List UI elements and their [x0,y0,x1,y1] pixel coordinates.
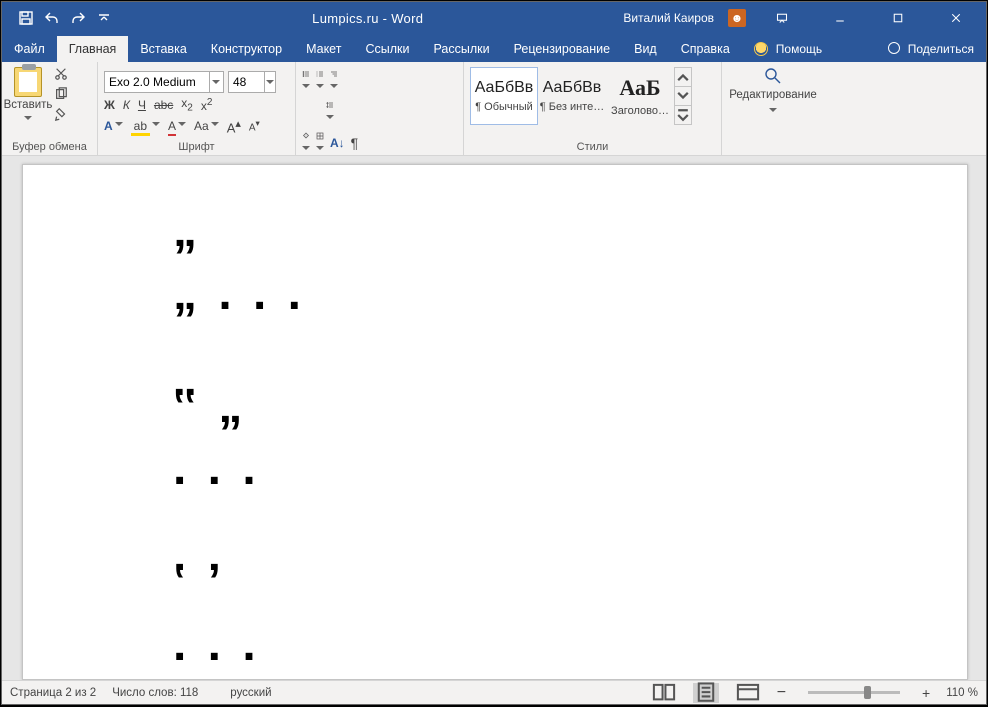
styles-scroll-up-icon[interactable] [675,68,691,87]
print-layout-icon[interactable] [693,683,719,703]
paste-button[interactable]: Вставить [8,67,48,124]
text-effects-button[interactable]: A [104,119,123,133]
doc-line[interactable]: . . . [173,443,927,496]
doc-line[interactable]: „ [173,205,927,258]
style-sample: АаБбВв [475,79,534,97]
tab-home[interactable]: Главная [57,36,129,62]
italic-button[interactable]: К [123,98,130,112]
editing-group-label [728,139,818,153]
ribbon-tabs: Файл Главная Вставка Конструктор Макет С… [2,34,986,62]
numbering-button[interactable] [316,67,324,95]
bullets-button[interactable] [302,67,310,95]
ribbon: Вставить Буфер обмена [2,62,986,156]
font-group-label: Шрифт [104,139,289,153]
status-bar: Страница 2 из 2 Число слов: 118 русский … [2,680,986,704]
page[interactable]: „ „ . . . ‟ „ . . . ‛ ’ . . . [22,164,968,680]
shading-button[interactable] [302,129,310,157]
change-case-button[interactable]: Aa [194,119,219,133]
show-marks-button[interactable]: ¶ [351,135,359,151]
clipboard-group-label: Буфер обмена [8,139,91,153]
tab-mailings[interactable]: Рассылки [421,36,501,62]
subscript-button[interactable]: x2 [181,96,193,113]
font-size-combo[interactable] [228,71,276,93]
zoom-out-button[interactable]: − [777,684,786,702]
highlight-button[interactable]: ab [131,119,160,133]
borders-button[interactable] [316,129,324,157]
doc-line[interactable]: . . . [173,619,927,672]
tab-layout[interactable]: Макет [294,36,353,62]
zoom-level[interactable]: 110 % [946,687,978,699]
tab-help[interactable]: Справка [669,36,742,62]
font-size-input[interactable] [229,72,264,92]
copy-icon[interactable] [52,87,70,101]
cut-icon[interactable] [52,67,70,81]
tab-insert[interactable]: Вставка [128,36,198,62]
title-bar: Lumpics.ru - Word Виталий Каиров ☻ [2,2,986,34]
font-color-button[interactable]: A [168,119,186,133]
doc-line[interactable]: „ . . . [173,268,927,321]
undo-icon[interactable] [44,10,60,26]
styles-group-label: Стили [470,139,715,153]
style-normal[interactable]: АаБбВв ¶ Обычный [470,67,538,125]
style-normal-label: ¶ Обычный [475,101,533,113]
save-icon[interactable] [18,10,34,26]
editing-label: Редактирование [729,89,817,101]
font-name-combo[interactable] [104,71,224,93]
doc-line[interactable]: ‛ ’ [173,556,927,609]
zoom-in-button[interactable]: + [922,685,930,701]
grow-font-button[interactable]: A▴ [227,117,241,135]
shrink-font-button[interactable]: A▾ [249,118,260,133]
line-spacing-button[interactable] [326,98,334,126]
style-heading[interactable]: АаБ Заголово… [606,67,674,125]
sort-button[interactable]: A↓ [330,136,345,150]
tab-file[interactable]: Файл [2,36,57,62]
style-sample: АаБбВв [543,79,602,97]
word-count[interactable]: Число слов: 118 [112,687,198,699]
multilevel-button[interactable] [330,67,338,95]
share-label: Поделиться [908,42,974,56]
styles-scroll-down-icon[interactable] [675,87,691,106]
language[interactable]: русский [230,687,271,699]
user-avatar-icon[interactable]: ☻ [728,9,746,27]
read-mode-icon[interactable] [651,683,677,703]
style-nospacing-label: ¶ Без инте… [540,101,604,113]
underline-button[interactable]: Ч [138,98,146,112]
doc-line[interactable]: ‟ „ [173,381,927,434]
tell-me[interactable]: Помощь [742,36,834,62]
tell-me-label: Помощь [776,42,822,56]
styles-scroll[interactable] [674,67,692,125]
tab-design[interactable]: Конструктор [199,36,294,62]
document-area[interactable]: „ „ . . . ‟ „ . . . ‛ ’ . . . [2,156,986,680]
minimize-button[interactable] [818,3,862,33]
find-icon [764,67,782,85]
styles-more-icon[interactable] [675,106,691,124]
superscript-button[interactable]: x2 [201,97,213,113]
format-painter-icon[interactable] [52,107,70,121]
user-name[interactable]: Виталий Каиров [623,11,714,25]
page-number[interactable]: Страница 2 из 2 [10,687,96,699]
editing-button[interactable]: Редактирование [728,67,818,116]
style-sample: АаБ [619,75,660,101]
style-nospacing[interactable]: АаБбВв ¶ Без инте… [538,67,606,125]
share-button[interactable]: Поделиться [876,36,986,62]
ribbon-options-icon[interactable] [760,3,804,33]
tab-view[interactable]: Вид [622,36,669,62]
qat-more-icon[interactable] [96,10,112,26]
web-layout-icon[interactable] [735,683,761,703]
tab-review[interactable]: Рецензирование [502,36,623,62]
tab-references[interactable]: Ссылки [353,36,421,62]
paste-label: Вставить [4,99,53,111]
maximize-button[interactable] [876,3,920,33]
paste-icon [14,67,42,97]
redo-icon[interactable] [70,10,86,26]
close-button[interactable] [934,3,978,33]
strikethrough-button[interactable]: abc [154,98,173,112]
font-name-input[interactable] [105,72,209,92]
style-heading-label: Заголово… [611,105,669,117]
bold-button[interactable]: Ж [104,98,115,112]
window-title: Lumpics.ru - Word [112,11,623,26]
zoom-slider[interactable] [808,691,900,694]
